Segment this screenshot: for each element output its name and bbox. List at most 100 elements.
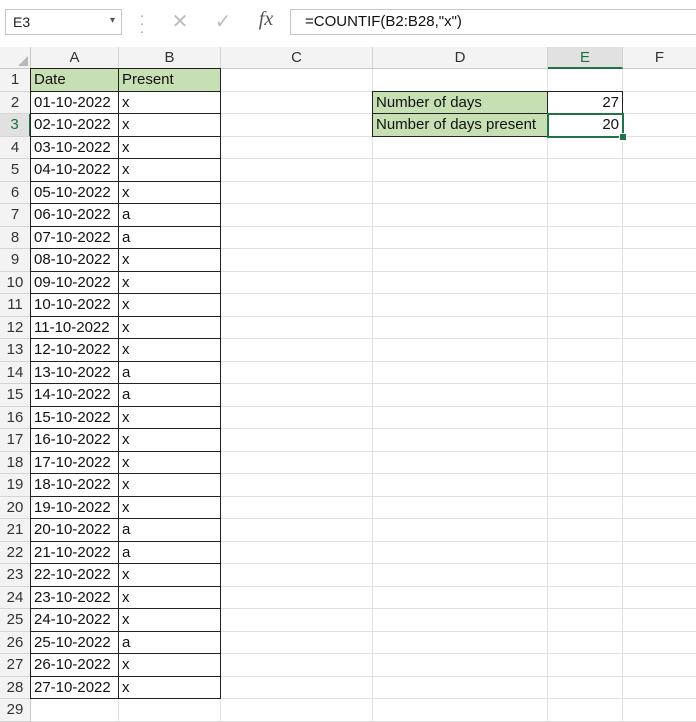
cell-f28[interactable]: [623, 677, 696, 699]
cell-f2[interactable]: [623, 92, 696, 114]
cell-e6[interactable]: [548, 181, 623, 204]
cell-b8[interactable]: a: [118, 225, 221, 249]
cell-b5[interactable]: x: [118, 158, 221, 182]
column-header-a[interactable]: A: [31, 47, 119, 69]
formula-input[interactable]: =COUNTIF(B2:B28,"x"): [290, 9, 696, 35]
row-header-19[interactable]: 19: [0, 474, 31, 497]
cell-a20[interactable]: 19-10-2022: [30, 495, 119, 519]
cell-a15[interactable]: 14-10-2022: [30, 383, 119, 407]
row-header-18[interactable]: 18: [0, 451, 31, 474]
cell-b27[interactable]: x: [118, 653, 221, 677]
cell-d29[interactable]: [373, 699, 548, 722]
cell-f25[interactable]: [623, 609, 696, 632]
cell-a24[interactable]: 23-10-2022: [30, 585, 119, 609]
cell-a11[interactable]: 10-10-2022: [30, 293, 119, 317]
cell-c12[interactable]: [221, 316, 373, 339]
row-header-12[interactable]: 12: [0, 316, 31, 339]
row-header-29[interactable]: 29: [0, 699, 31, 722]
cell-c2[interactable]: [221, 91, 373, 114]
cell-f7[interactable]: [623, 204, 696, 227]
cell-d27[interactable]: [373, 654, 548, 677]
cell-c21[interactable]: [221, 519, 373, 542]
cell-c26[interactable]: [221, 631, 373, 654]
cell-f26[interactable]: [623, 632, 696, 654]
column-header-e[interactable]: E: [548, 47, 623, 69]
cell-c15[interactable]: [221, 384, 373, 407]
cell-a1[interactable]: Date: [30, 68, 119, 92]
cell-c25[interactable]: [221, 609, 373, 632]
cell-d15[interactable]: [373, 384, 548, 407]
cell-f8[interactable]: [623, 227, 696, 249]
cell-d14[interactable]: [373, 361, 548, 384]
cell-a7[interactable]: 06-10-2022: [30, 203, 119, 227]
cell-b14[interactable]: a: [118, 360, 221, 384]
row-header-11[interactable]: 11: [0, 294, 31, 317]
cell-a10[interactable]: 09-10-2022: [30, 270, 119, 294]
cell-f1[interactable]: [623, 69, 696, 92]
cell-e2[interactable]: 27: [547, 90, 623, 114]
cell-d9[interactable]: [373, 249, 548, 272]
cell-e23[interactable]: [548, 564, 623, 587]
cell-a21[interactable]: 20-10-2022: [30, 518, 119, 542]
cell-a27[interactable]: 26-10-2022: [30, 653, 119, 677]
cell-c24[interactable]: [221, 586, 373, 609]
cell-a17[interactable]: 16-10-2022: [30, 428, 119, 452]
row-header-8[interactable]: 8: [0, 226, 31, 249]
cell-f16[interactable]: [623, 407, 696, 429]
cell-a26[interactable]: 25-10-2022: [30, 630, 119, 654]
cell-b22[interactable]: a: [118, 540, 221, 564]
cell-f20[interactable]: [623, 497, 696, 519]
cell-f9[interactable]: [623, 249, 696, 272]
column-header-f[interactable]: F: [623, 47, 696, 69]
cell-f18[interactable]: [623, 452, 696, 474]
row-header-28[interactable]: 28: [0, 676, 31, 699]
row-header-22[interactable]: 22: [0, 541, 31, 564]
cell-e20[interactable]: [548, 496, 623, 519]
cell-b21[interactable]: a: [118, 518, 221, 542]
row-header-5[interactable]: 5: [0, 159, 31, 182]
cell-e8[interactable]: [548, 226, 623, 249]
cell-e18[interactable]: [548, 451, 623, 474]
cell-b16[interactable]: x: [118, 405, 221, 429]
cell-f12[interactable]: [623, 317, 696, 339]
cell-b11[interactable]: x: [118, 293, 221, 317]
cell-a28[interactable]: 27-10-2022: [30, 675, 119, 699]
cell-a16[interactable]: 15-10-2022: [30, 405, 119, 429]
cell-e21[interactable]: [548, 519, 623, 542]
cell-e7[interactable]: [548, 204, 623, 227]
select-all-button[interactable]: [0, 47, 31, 69]
row-header-3[interactable]: 3: [0, 114, 31, 137]
cell-d19[interactable]: [373, 474, 548, 497]
cell-d23[interactable]: [373, 564, 548, 587]
cell-c6[interactable]: [221, 181, 373, 204]
fill-handle[interactable]: [619, 132, 627, 141]
cell-a29[interactable]: [31, 699, 119, 722]
cell-d10[interactable]: [373, 271, 548, 294]
cell-f11[interactable]: [623, 294, 696, 317]
cell-c22[interactable]: [221, 541, 373, 564]
cancel-icon[interactable]: ✕: [166, 10, 194, 34]
cell-c16[interactable]: [221, 406, 373, 429]
row-header-1[interactable]: 1: [0, 69, 31, 92]
row-header-23[interactable]: 23: [0, 564, 31, 587]
insert-function-icon[interactable]: fx: [252, 8, 280, 34]
cell-b25[interactable]: x: [118, 608, 221, 632]
cell-c10[interactable]: [221, 271, 373, 294]
cell-a22[interactable]: 21-10-2022: [30, 540, 119, 564]
cell-a6[interactable]: 05-10-2022: [30, 180, 119, 204]
cell-d8[interactable]: [373, 226, 548, 249]
cell-d11[interactable]: [373, 294, 548, 317]
row-header-10[interactable]: 10: [0, 271, 31, 294]
cell-e14[interactable]: [548, 361, 623, 384]
row-header-4[interactable]: 4: [0, 136, 31, 159]
cell-f14[interactable]: [623, 362, 696, 384]
name-box[interactable]: E3 ▾: [5, 9, 122, 35]
cell-a13[interactable]: 12-10-2022: [30, 338, 119, 362]
cell-d25[interactable]: [373, 609, 548, 632]
cell-b6[interactable]: x: [118, 180, 221, 204]
cell-b20[interactable]: x: [118, 495, 221, 519]
cell-e17[interactable]: [548, 429, 623, 452]
cell-f19[interactable]: [623, 474, 696, 497]
cell-b12[interactable]: x: [118, 315, 221, 339]
cell-a25[interactable]: 24-10-2022: [30, 608, 119, 632]
